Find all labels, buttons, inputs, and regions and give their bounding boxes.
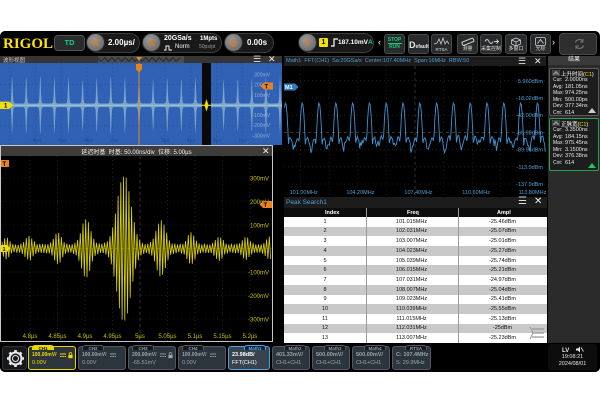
svg-text:-18.02dBm: -18.02dBm [516,96,543,102]
svg-text:4µs: 4µs [187,138,196,144]
svg-text:100mV: 100mV [254,93,271,99]
svg-text:-6µs: -6µs [57,138,67,144]
svg-text:-137.9dBm: -137.9dBm [516,182,543,188]
svg-text:-113.9dBm: -113.9dBm [517,165,544,171]
svg-text:T: T [3,162,7,168]
svg-text:5.05µs: 5.05µs [158,334,176,340]
svg-text:5.960dBm: 5.960dBm [518,79,543,85]
svg-text:300mV: 300mV [254,73,271,79]
svg-text:5µs: 5µs [135,334,145,340]
svg-text:1: 1 [3,247,6,253]
svg-text:104.20MHz: 104.20MHz [346,190,374,196]
svg-text:5.1µs: 5.1µs [188,334,203,340]
svg-text:M1: M1 [285,85,293,91]
svg-text:-100mV: -100mV [248,271,269,277]
svg-text:-4µs: -4µs [83,138,93,144]
svg-text:110.60MHz: 110.60MHz [462,190,490,196]
svg-text:300mV: 300mV [250,177,269,183]
svg-text:4.9µs: 4.9µs [78,334,93,340]
svg-text:-300mV: -300mV [252,133,270,139]
svg-text:-200mV: -200mV [248,294,269,300]
svg-text:-100mV: -100mV [252,113,270,119]
svg-text:8µs: 8µs [239,138,248,144]
svg-text:-65.98dBm: -65.98dBm [516,130,543,136]
svg-text:-2µs: -2µs [109,138,119,144]
svg-text:-8µs: -8µs [31,138,41,144]
svg-text:T: T [264,203,268,209]
svg-text:5.2µs: 5.2µs [243,334,258,340]
svg-text:T: T [265,85,269,91]
svg-text:-300mV: -300mV [248,318,269,324]
svg-text:4.8µs: 4.8µs [23,334,38,340]
svg-text:-42.00dBm: -42.00dBm [516,113,543,119]
svg-text:6µs: 6µs [213,138,222,144]
svg-text:5.15µs: 5.15µs [213,334,231,340]
svg-text:101.00MHz: 101.00MHz [290,190,318,196]
svg-text:-200mV: -200mV [252,123,270,129]
svg-text:4.85µs: 4.85µs [48,334,66,340]
svg-text:2µs: 2µs [161,138,170,144]
svg-text:100mV: 100mV [250,224,269,230]
svg-text:107.40MHz: 107.40MHz [404,190,432,196]
svg-text:-89.96dBm: -89.96dBm [516,148,543,154]
svg-text:4.95µs: 4.95µs [103,334,121,340]
